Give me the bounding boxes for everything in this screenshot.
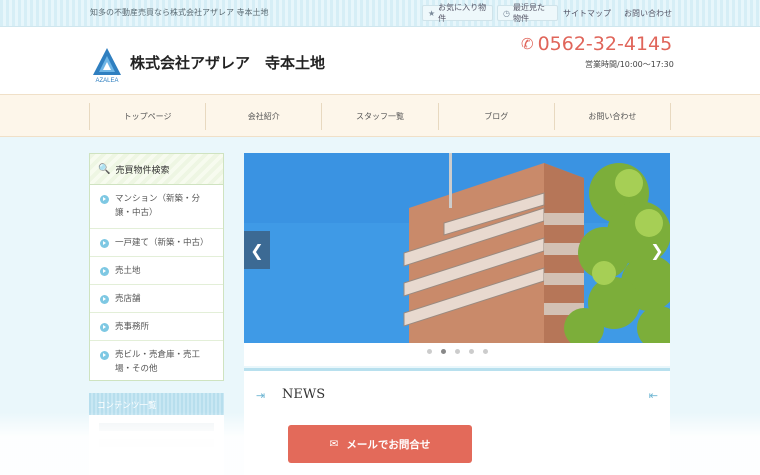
slider-dot[interactable] (468, 349, 474, 354)
logo-text: AZALEA (95, 78, 118, 84)
hero-slider: ❮ ❯ (244, 153, 670, 366)
news-title: NEWS (282, 387, 326, 402)
slider-next-button[interactable]: ❯ (644, 231, 670, 269)
apartment-photo (244, 153, 670, 343)
slider-pagination (244, 349, 670, 354)
top-utility-bar: 知多の不動産売買なら株式会社アザレア 寺本土地 ★ お気に入り物件 ◷ 最近見た… (0, 0, 760, 27)
nav-item-top[interactable]: トップページ (89, 103, 205, 130)
recent-label: 最近見た物件 (512, 3, 545, 23)
search-icon: 🔍 (98, 163, 111, 175)
slider-dot-active[interactable] (440, 349, 446, 354)
arrow-in-icon: ⇥ (256, 389, 266, 402)
nav-item-blog[interactable]: ブログ (437, 103, 554, 130)
favorites-link[interactable]: ★ お気に入り物件 (422, 3, 493, 23)
sidebar-item-other[interactable]: 売ビル・売倉庫・売工場・その他 (90, 341, 223, 385)
company-name: 株式会社アザレア 寺本土地 (130, 54, 326, 72)
arrow-circle-icon (100, 295, 109, 304)
arrow-out-icon: ⇤ (648, 389, 658, 402)
sidebar-item-land[interactable]: 売土地 (90, 257, 223, 285)
sidebar-item-label: 売ビル・売倉庫・売工場・その他 (115, 350, 201, 374)
sidebar-header: 🔍 売買物件検索 (90, 154, 223, 185)
slider-dot[interactable] (426, 349, 432, 354)
site-tagline: 知多の不動産売買なら株式会社アザレア 寺本土地 (90, 8, 269, 17)
phone-icon: ✆ (521, 35, 534, 53)
mail-icon: ✉ (329, 438, 339, 450)
chevron-right-icon: ❯ (650, 240, 664, 260)
mail-contact-label: メールでお問合せ (346, 438, 431, 451)
sitemap-link[interactable]: サイトマップ (563, 5, 611, 21)
sidebar-item-mansion[interactable]: マンション（新築・分譲・中古） (90, 185, 223, 229)
slider-dot[interactable] (454, 349, 460, 354)
slider-dot[interactable] (482, 349, 488, 354)
azalea-logo[interactable]: AZALEA (91, 47, 123, 85)
arrow-circle-icon (100, 267, 109, 276)
chevron-left-icon: ❮ (250, 240, 264, 260)
sidebar-title: 売買物件検索 (115, 165, 170, 176)
star-icon: ★ (428, 8, 436, 18)
property-search-sidebar: 🔍 売買物件検索 マンション（新築・分譲・中古） 一戸建て（新築・中古） 売土地… (89, 153, 224, 381)
contact-link[interactable]: お問い合わせ (624, 5, 672, 21)
sidebar-item-label: 売店舗 (115, 294, 141, 304)
nav-item-company[interactable]: 会社紹介 (205, 103, 321, 130)
sidebar-item-shop[interactable]: 売店舗 (90, 285, 223, 313)
sidebar-item-label: 一戸建て（新築・中古） (115, 238, 209, 248)
sidebar-item-office[interactable]: 売事務所 (90, 313, 223, 341)
clock-icon: ◷ (503, 8, 510, 18)
nav-item-contact[interactable]: お問い合わせ (553, 103, 672, 130)
favorites-label: お気に入り物件 (438, 3, 487, 23)
phone-number[interactable]: ✆ 0562-32-4145 (521, 33, 672, 55)
sidebar-item-label: 売事務所 (115, 322, 150, 332)
arrow-circle-icon (100, 195, 109, 204)
business-hours: 営業時間/10:00～17:30 (585, 60, 674, 69)
phone-text: 0562-32-4145 (537, 33, 673, 55)
recent-link[interactable]: ◷ 最近見た物件 (497, 3, 558, 23)
sidebar-item-label: 売土地 (115, 266, 141, 276)
nav-item-staff[interactable]: スタッフ一覧 (321, 103, 437, 130)
arrow-circle-icon (100, 239, 109, 248)
arrow-circle-icon (100, 351, 109, 360)
slider-prev-button[interactable]: ❮ (244, 231, 270, 269)
sidebar-item-label: マンション（新築・分譲・中古） (115, 194, 201, 218)
sidebar-item-house[interactable]: 一戸建て（新築・中古） (90, 229, 223, 257)
mail-contact-button[interactable]: ✉ メールでお問合せ (288, 425, 472, 463)
global-nav: トップページ 会社紹介 スタッフ一覧 ブログ お問い合わせ (0, 94, 760, 137)
arrow-circle-icon (100, 323, 109, 332)
